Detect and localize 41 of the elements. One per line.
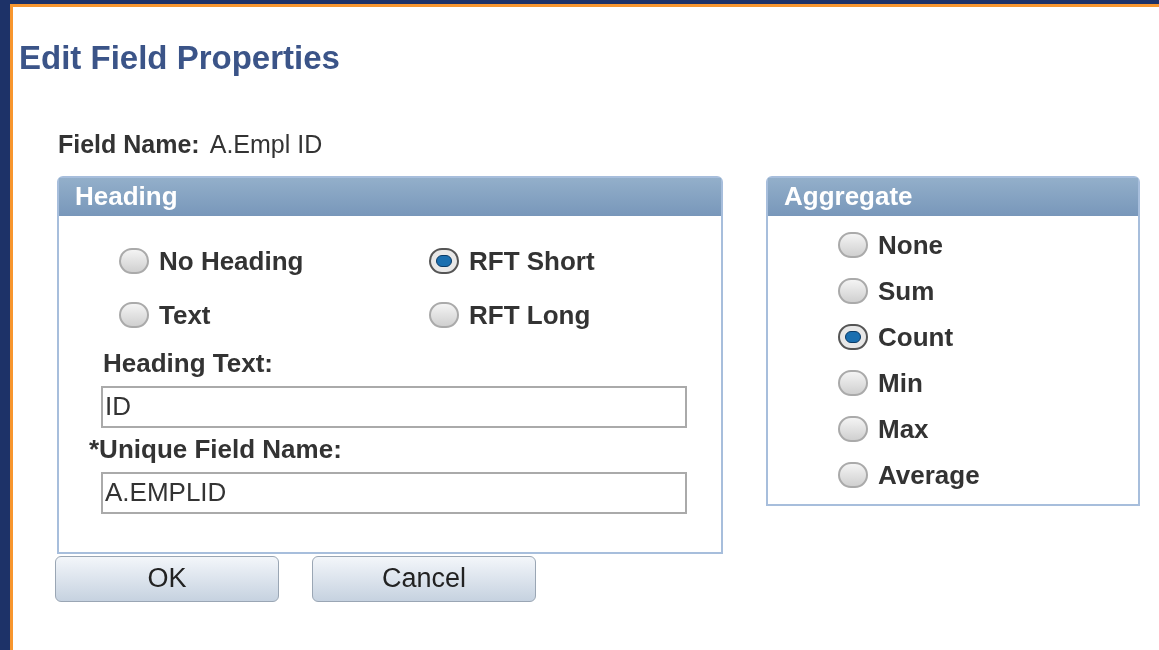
- radio-option[interactable]: RFT Short: [429, 247, 721, 274]
- radio-option[interactable]: Min: [838, 369, 1138, 396]
- panel-title: Aggregate: [784, 180, 913, 213]
- radio-label: Count: [878, 323, 954, 350]
- dialog-title: Edit Field Properties: [19, 41, 341, 74]
- radio-label: RFT Short: [469, 247, 595, 274]
- radio-button[interactable]: [838, 461, 868, 488]
- radio-label: Sum: [878, 277, 935, 304]
- text-field[interactable]: A.EMPLID: [101, 471, 687, 514]
- radio-label: Text: [159, 301, 211, 328]
- radio-option[interactable]: None: [838, 231, 1138, 258]
- field-label: *Unique Field Name:: [89, 435, 343, 462]
- radio-option[interactable]: Text: [119, 301, 429, 328]
- radio-label: Max: [878, 415, 929, 442]
- radio-label: No Heading: [159, 247, 304, 274]
- radio-label: Min: [878, 369, 923, 396]
- radio-button[interactable]: [429, 247, 459, 274]
- panel-title: Heading: [75, 180, 178, 213]
- text-field[interactable]: ID: [101, 385, 687, 428]
- radio-option[interactable]: Average: [838, 461, 1138, 488]
- field-label: Heading Text:: [103, 349, 274, 376]
- radio-button[interactable]: [838, 369, 868, 396]
- radio-button[interactable]: [429, 301, 459, 328]
- radio-label: Average: [878, 461, 980, 488]
- radio-button[interactable]: [838, 415, 868, 442]
- radio-button[interactable]: [838, 277, 868, 304]
- radio-label: RFT Long: [469, 301, 591, 328]
- field-name-label: Field Name:: [58, 129, 200, 160]
- radio-button[interactable]: [119, 247, 149, 274]
- radio-button[interactable]: [838, 323, 868, 350]
- dialog-button[interactable]: Cancel: [312, 555, 536, 602]
- field-name-value: A.Empl ID: [209, 129, 323, 160]
- radio-option[interactable]: No Heading: [119, 247, 429, 274]
- dialog-button[interactable]: OK: [55, 555, 279, 602]
- radio-option[interactable]: Max: [838, 415, 1138, 442]
- radio-button[interactable]: [838, 231, 868, 258]
- radio-button[interactable]: [119, 301, 149, 328]
- radio-label: None: [878, 231, 943, 258]
- radio-option[interactable]: Count: [838, 323, 1138, 350]
- radio-option[interactable]: RFT Long: [429, 301, 721, 328]
- radio-option[interactable]: Sum: [838, 277, 1138, 304]
